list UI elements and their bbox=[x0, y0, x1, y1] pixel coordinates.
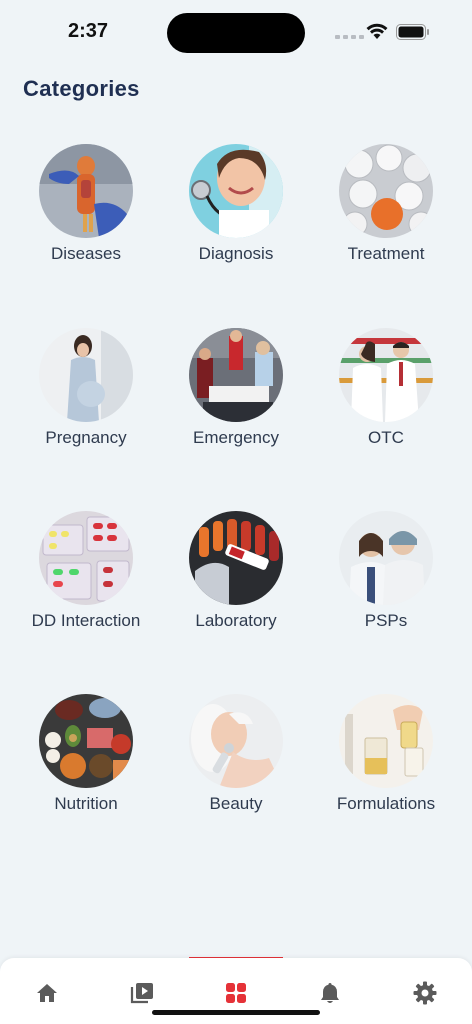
category-label: Pregnancy bbox=[45, 428, 127, 447]
video-library-icon bbox=[130, 983, 153, 1004]
category-nutrition[interactable]: Nutrition bbox=[11, 694, 161, 814]
category-thumbnail bbox=[339, 144, 433, 238]
category-thumbnail bbox=[339, 511, 433, 605]
tab-settings[interactable] bbox=[405, 978, 445, 1008]
category-label: Formulations bbox=[336, 794, 436, 813]
category-thumbnail bbox=[189, 694, 283, 788]
home-indicator bbox=[152, 1010, 320, 1015]
cellular-signal-icon bbox=[335, 35, 364, 39]
category-label: Diseases bbox=[51, 244, 121, 263]
category-label: Beauty bbox=[209, 794, 263, 813]
status-bar: 2:37 bbox=[0, 0, 472, 64]
category-thumbnail bbox=[339, 328, 433, 422]
category-thumbnail bbox=[39, 511, 133, 605]
bell-icon bbox=[321, 983, 339, 1003]
tab-notifications[interactable] bbox=[310, 978, 350, 1008]
category-label: Treatment bbox=[347, 244, 425, 263]
tab-videos[interactable] bbox=[122, 978, 162, 1008]
category-formulations[interactable]: Formulations bbox=[311, 694, 461, 814]
category-psps[interactable]: PSPs bbox=[311, 511, 461, 631]
category-pregnancy[interactable]: Pregnancy bbox=[11, 328, 161, 448]
category-label: Emergency bbox=[193, 428, 279, 447]
category-label: Diagnosis bbox=[198, 244, 274, 263]
category-label: PSPs bbox=[364, 611, 408, 630]
status-time: 2:37 bbox=[68, 20, 109, 42]
category-thumbnail bbox=[39, 328, 133, 422]
category-label: DD Interaction bbox=[31, 611, 141, 630]
gear-icon bbox=[413, 981, 437, 1005]
category-emergency[interactable]: Emergency bbox=[161, 328, 311, 448]
category-diagnosis[interactable]: Diagnosis bbox=[161, 144, 311, 264]
category-beauty[interactable]: Beauty bbox=[161, 694, 311, 814]
dynamic-island bbox=[167, 13, 305, 53]
wifi-icon bbox=[366, 23, 388, 39]
battery-icon bbox=[396, 24, 429, 40]
category-label: OTC bbox=[368, 428, 404, 447]
tab-categories[interactable] bbox=[216, 978, 256, 1008]
category-diseases[interactable]: Diseases bbox=[11, 144, 161, 264]
category-thumbnail bbox=[339, 694, 433, 788]
category-label: Nutrition bbox=[54, 794, 118, 813]
category-label: Laboratory bbox=[195, 611, 277, 630]
category-thumbnail bbox=[189, 511, 283, 605]
category-dd-interaction[interactable]: DD Interaction bbox=[11, 511, 161, 631]
grid-icon bbox=[226, 983, 246, 1003]
category-otc[interactable]: OTC bbox=[311, 328, 461, 448]
category-thumbnail bbox=[39, 144, 133, 238]
home-icon bbox=[37, 984, 57, 1002]
tab-home[interactable] bbox=[27, 978, 67, 1008]
page-title: Categories bbox=[23, 76, 140, 101]
category-thumbnail bbox=[189, 144, 283, 238]
category-treatment[interactable]: Treatment bbox=[311, 144, 461, 264]
category-laboratory[interactable]: Laboratory bbox=[161, 511, 311, 631]
category-thumbnail bbox=[189, 328, 283, 422]
category-thumbnail bbox=[39, 694, 133, 788]
